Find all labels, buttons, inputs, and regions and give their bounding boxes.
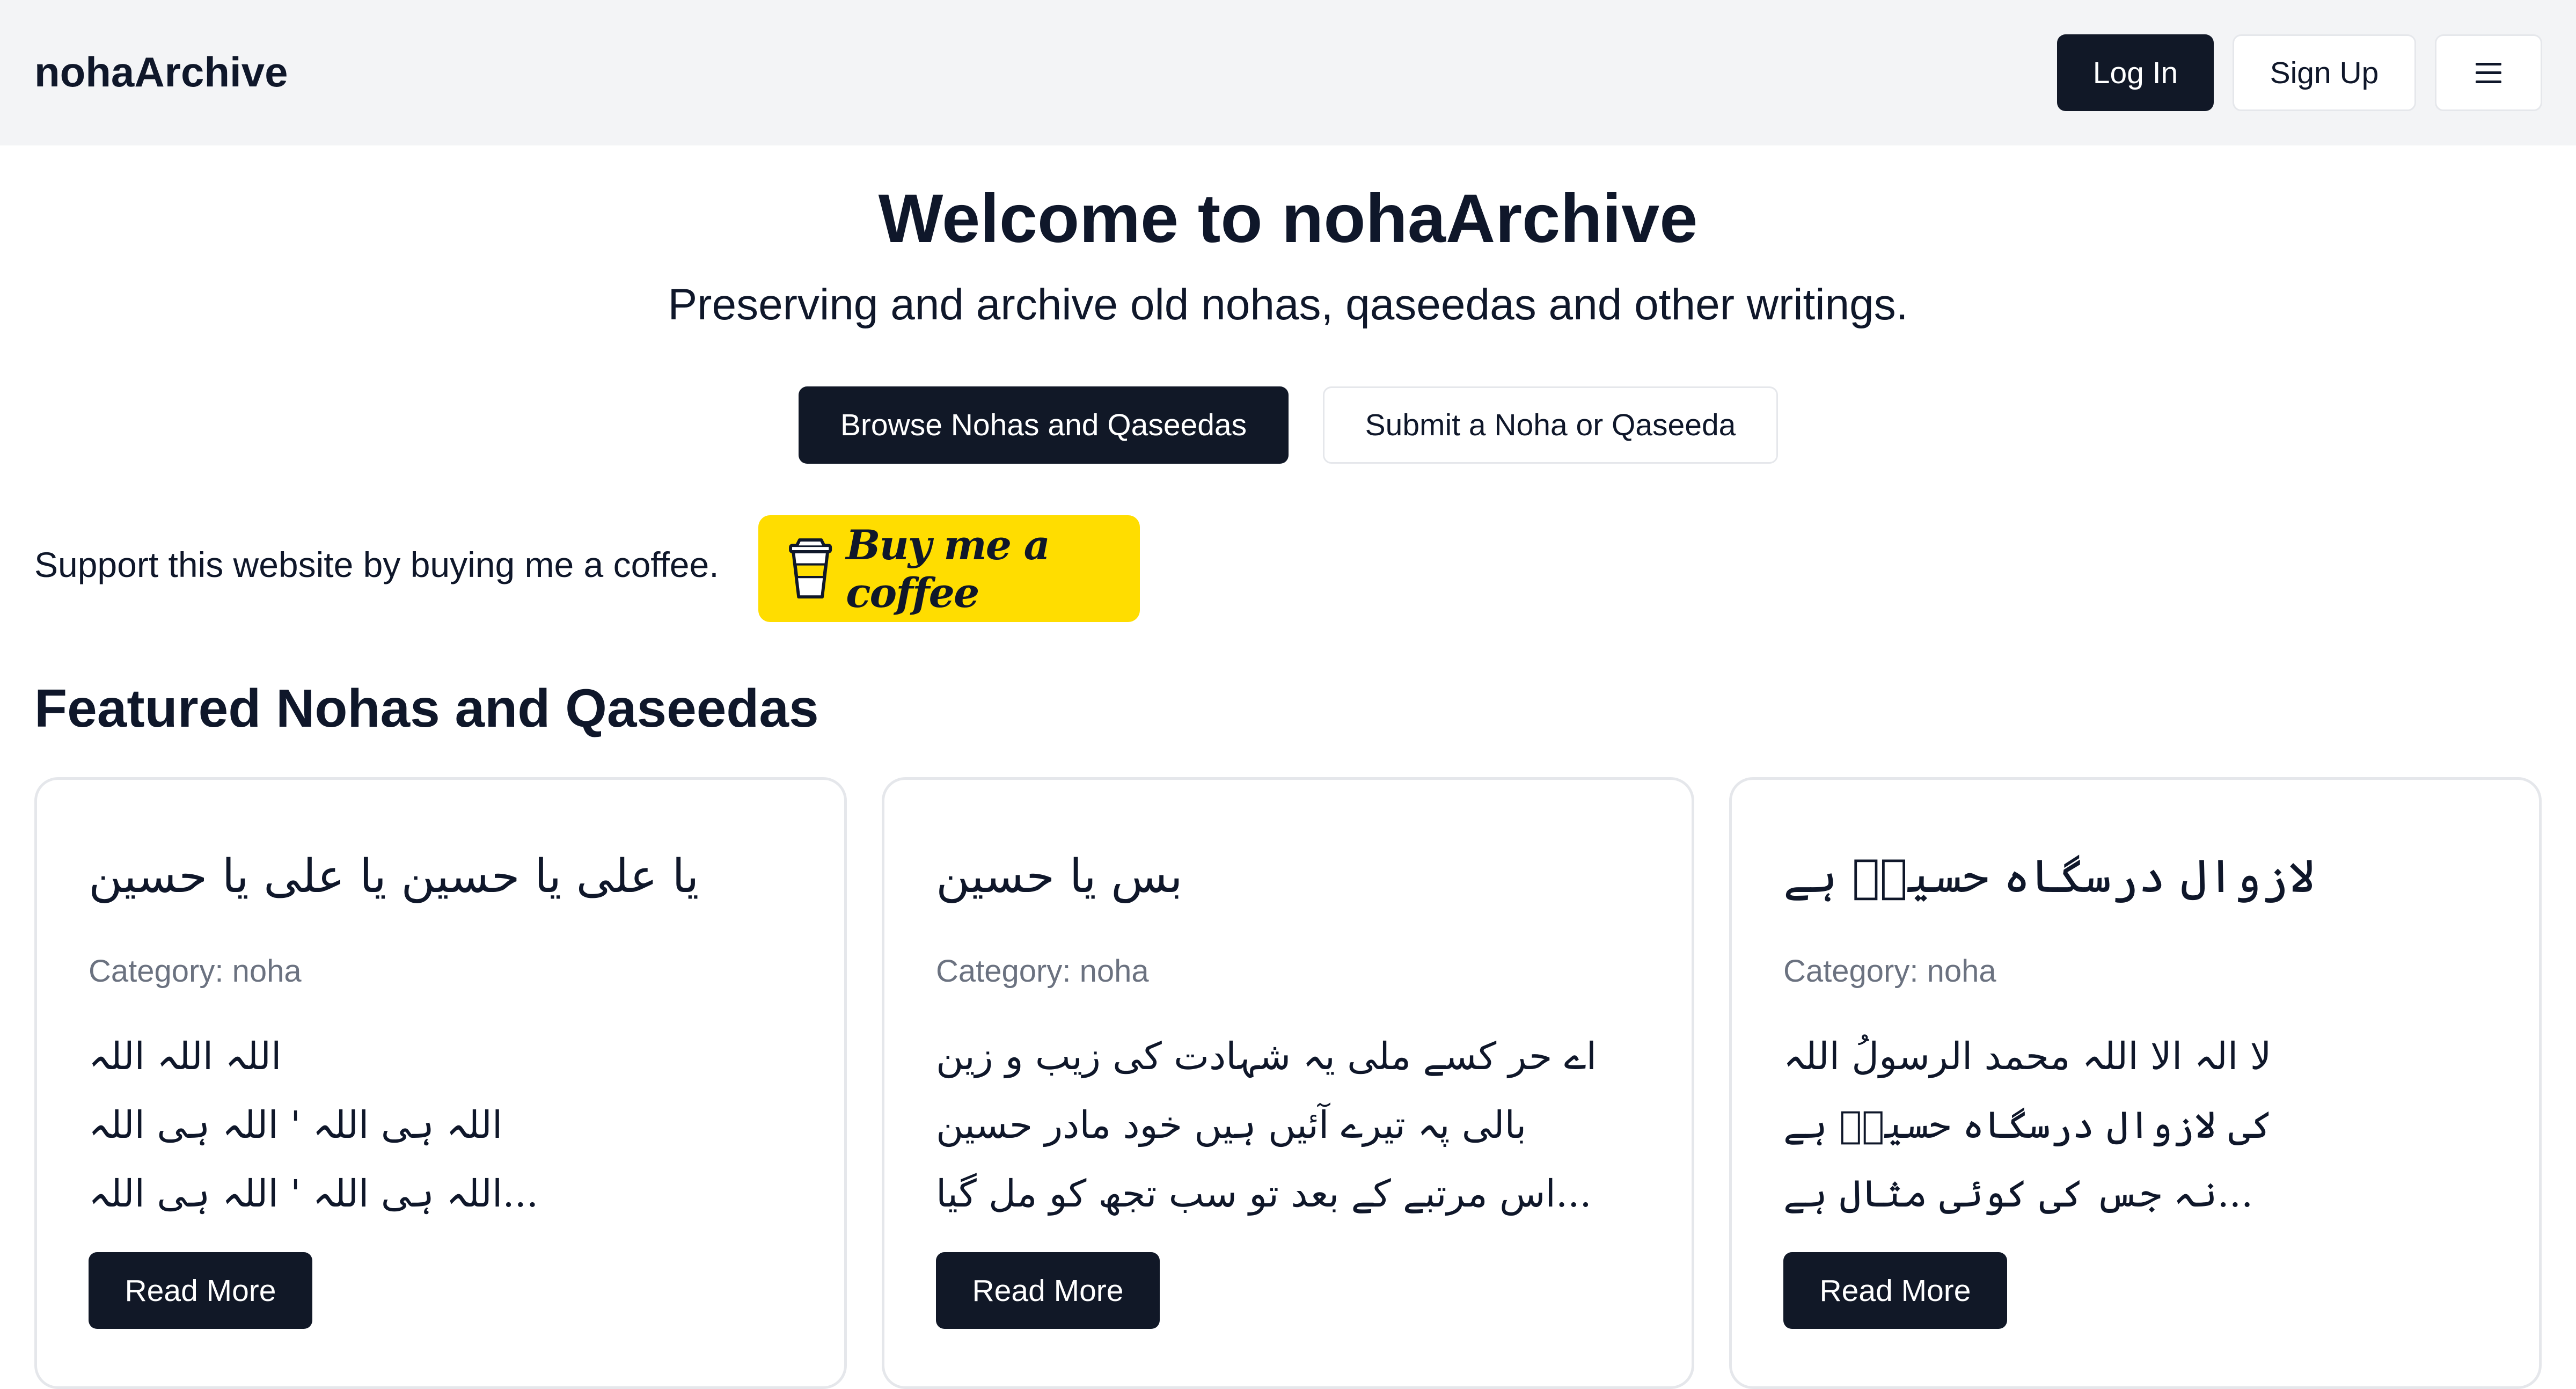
excerpt-line: لا الہ الا اللہ محمد الرسولُ اللہ bbox=[1783, 1034, 2272, 1078]
excerpt-line: اللہ اللہ اللہ bbox=[89, 1034, 282, 1078]
read-more-button[interactable]: Read More bbox=[936, 1252, 1160, 1329]
menu-icon bbox=[2476, 62, 2501, 83]
login-button[interactable]: Log In bbox=[2057, 34, 2214, 111]
card-title[interactable]: بس یا حسین bbox=[936, 839, 1183, 914]
card-title[interactable]: یا علی یا حسین یا علی یا حسین bbox=[89, 839, 699, 914]
signup-button[interactable]: Sign Up bbox=[2233, 34, 2416, 111]
excerpt-line: بالی پہ تیرے آئیں ہیں خود مادر حسین bbox=[936, 1103, 1527, 1147]
featured-card: بس یا حسین Category: noha اے حر کسے ملی … bbox=[882, 777, 1694, 1389]
buy-me-a-coffee-label: Buy me a coffee bbox=[846, 521, 1050, 617]
card-title[interactable]: لازوال درسگاہ حسینؑ ہے bbox=[1783, 839, 2315, 914]
excerpt-line: ...اس مرتبے کے بعد تو سب تجھ کو مل گیا bbox=[936, 1172, 1592, 1216]
support-text: Support this website by buying me a coff… bbox=[34, 545, 719, 584]
card-category: Category: noha bbox=[936, 954, 1149, 989]
page-title: Welcome to nohaArchive bbox=[878, 180, 1698, 257]
read-more-button[interactable]: Read More bbox=[89, 1252, 312, 1329]
menu-button[interactable] bbox=[2435, 34, 2542, 111]
featured-heading: Featured Nohas and Qaseedas bbox=[34, 678, 819, 739]
brand-logo[interactable]: nohaArchive bbox=[34, 44, 288, 100]
card-excerpt: اے حر کسے ملی یہ شہادت کی زیب و زین بالی… bbox=[936, 1022, 1634, 1228]
excerpt-line: ...نہ جس کی کوئی مثال ہے bbox=[1783, 1172, 2253, 1216]
top-navbar: nohaArchive Log In Sign Up bbox=[0, 0, 2576, 145]
coffee-cup-icon bbox=[789, 538, 832, 598]
excerpt-line: اللہ ہی اللہ ' اللہ ہی اللہ bbox=[89, 1103, 503, 1147]
card-excerpt: لا الہ الا اللہ محمد الرسولُ اللہ کی لاز… bbox=[1783, 1022, 2481, 1228]
buy-me-a-coffee-button[interactable]: Buy me a coffee bbox=[758, 515, 1140, 622]
card-category: Category: noha bbox=[1783, 954, 1996, 989]
excerpt-line: ...اللہ ہی اللہ ' اللہ ہی اللہ bbox=[89, 1172, 539, 1216]
card-excerpt: اللہ اللہ اللہ اللہ ہی اللہ ' اللہ ہی ال… bbox=[89, 1022, 786, 1228]
card-category: Category: noha bbox=[89, 954, 302, 989]
read-more-button[interactable]: Read More bbox=[1783, 1252, 2007, 1329]
featured-card: یا علی یا حسین یا علی یا حسین Category: … bbox=[34, 777, 847, 1389]
excerpt-line: کی لازوال درسگاہ حسینؑ ہے bbox=[1783, 1103, 2273, 1147]
browse-button[interactable]: Browse Nohas and Qaseedas bbox=[799, 386, 1289, 464]
submit-button[interactable]: Submit a Noha or Qaseeda bbox=[1323, 386, 1778, 464]
featured-card: لازوال درسگاہ حسینؑ ہے Category: noha لا… bbox=[1729, 777, 2542, 1389]
page-subtitle: Preserving and archive old nohas, qaseed… bbox=[668, 280, 1908, 329]
excerpt-line: اے حر کسے ملی یہ شہادت کی زیب و زین bbox=[936, 1034, 1597, 1078]
